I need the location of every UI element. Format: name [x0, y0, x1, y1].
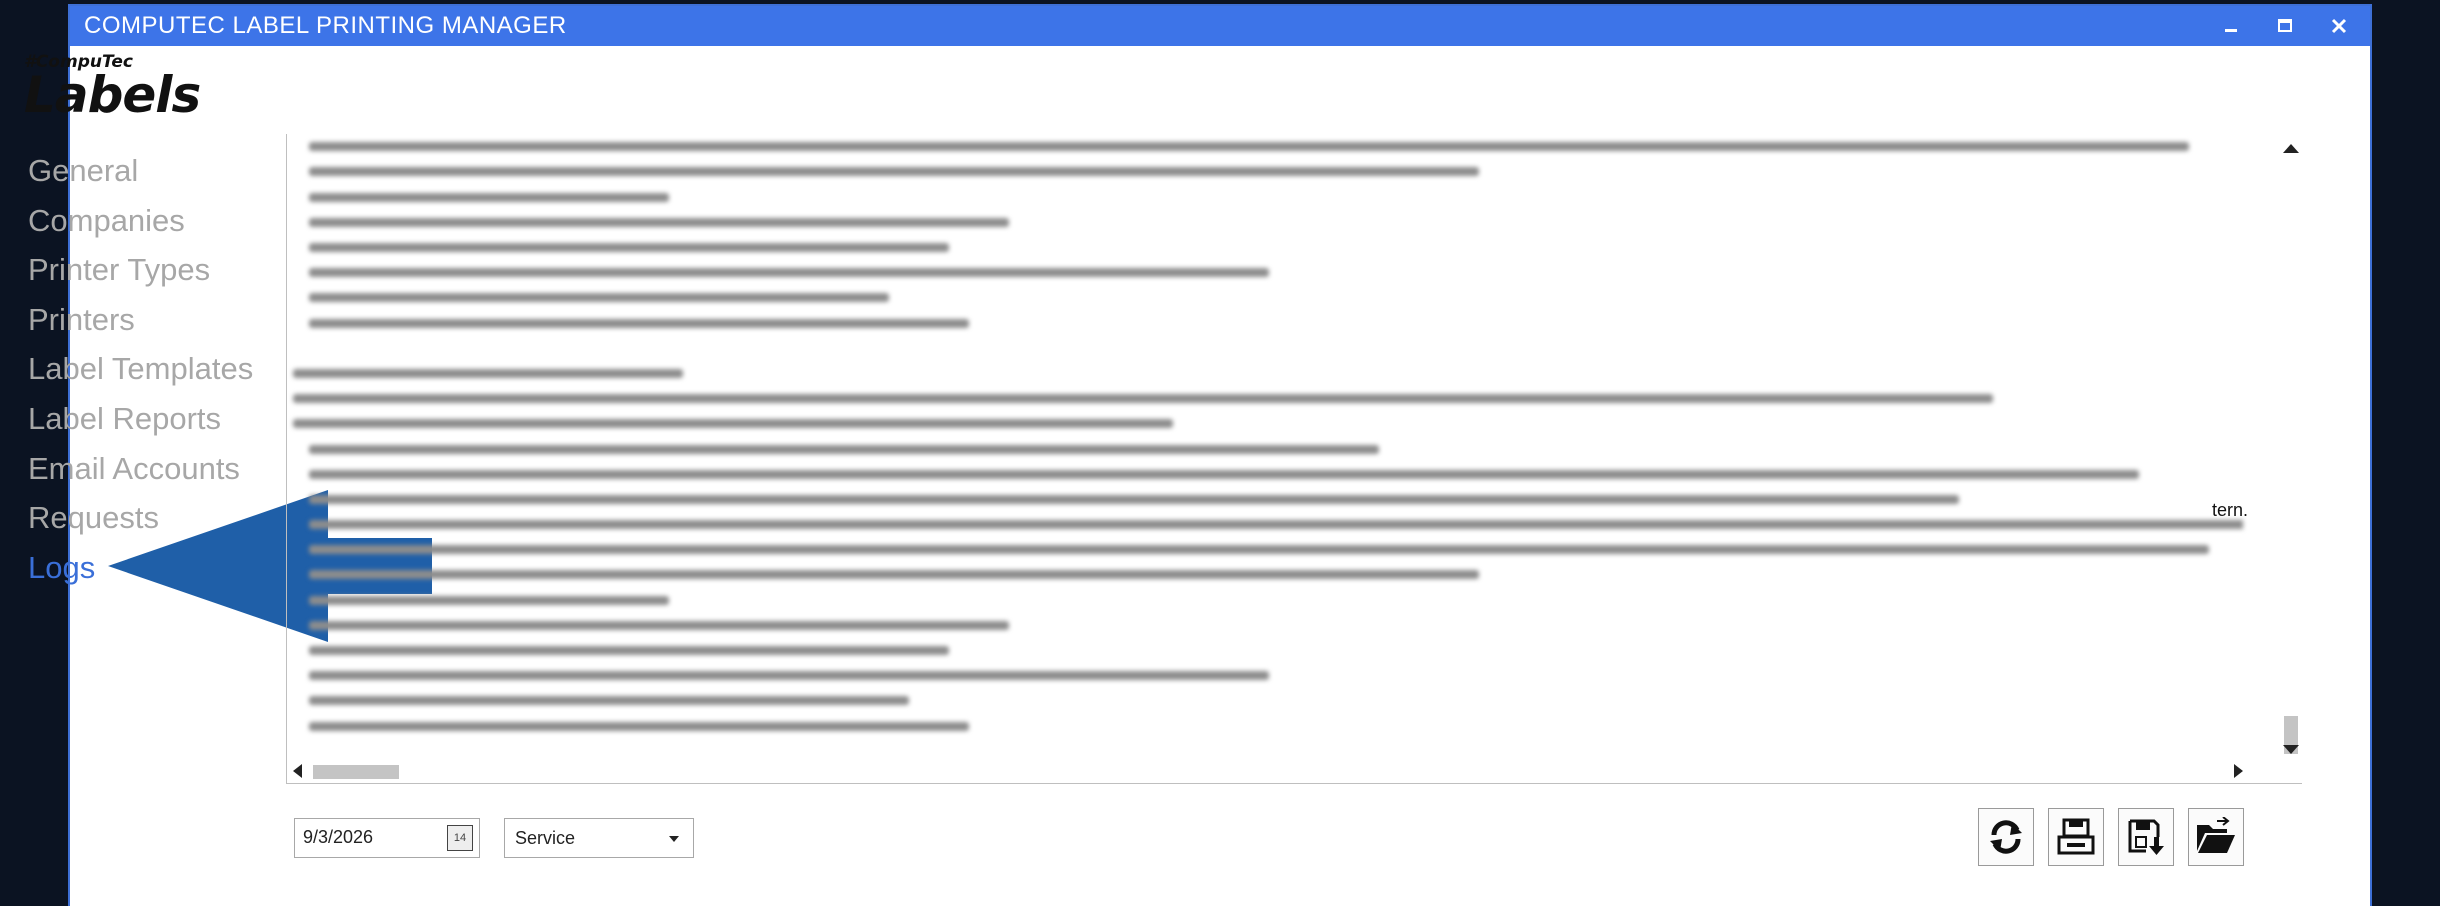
vertical-scrollbar[interactable] — [2280, 134, 2302, 762]
open-folder-button[interactable] — [2188, 808, 2244, 866]
save-button[interactable] — [2118, 808, 2174, 866]
minimize-icon — [2225, 29, 2237, 32]
nav-item-general[interactable]: General — [28, 148, 253, 198]
maximize-icon — [2278, 19, 2292, 32]
log-line — [293, 713, 2243, 738]
log-source-select[interactable]: Service — [504, 818, 694, 858]
log-line — [293, 210, 2243, 235]
nav-item-printers[interactable]: Printers — [28, 297, 253, 347]
log-line — [293, 159, 2243, 184]
nav-item-printer-types[interactable]: Printer Types — [28, 247, 253, 297]
log-line — [293, 512, 2243, 537]
close-button[interactable] — [2312, 6, 2366, 46]
save-icon — [2128, 819, 2164, 855]
title-bar: COMPUTEC LABEL PRINTING MANAGER — [70, 6, 2370, 46]
log-line — [293, 587, 2243, 612]
save-all-icon — [2057, 818, 2095, 855]
log-text-blurred — [293, 134, 2243, 739]
log-line — [293, 411, 2243, 436]
log-overflow-fragment: tern. — [2212, 500, 2249, 520]
chevron-down-icon — [669, 836, 679, 842]
log-line — [293, 184, 2243, 209]
close-icon — [2331, 18, 2347, 34]
scroll-up-arrow-icon[interactable] — [2283, 144, 2299, 153]
scroll-down-arrow-icon[interactable] — [2283, 745, 2299, 754]
horizontal-scrollbar[interactable] — [287, 761, 2247, 783]
log-line — [293, 260, 2243, 285]
scroll-left-arrow-icon[interactable] — [293, 764, 302, 778]
scroll-right-arrow-icon[interactable] — [2234, 764, 2243, 778]
log-line — [293, 461, 2243, 486]
log-line — [293, 285, 2243, 310]
log-date-picker[interactable]: 9/3/2026 14 — [294, 818, 480, 858]
log-viewer[interactable] — [286, 134, 2302, 784]
nav-item-companies[interactable]: Companies — [28, 198, 253, 248]
window-title: COMPUTEC LABEL PRINTING MANAGER — [84, 12, 567, 39]
refresh-button[interactable] — [1978, 808, 2034, 866]
nav-item-label-reports[interactable]: Label Reports — [28, 396, 253, 446]
nav-item-label-templates[interactable]: Label Templates — [28, 346, 253, 396]
log-line — [293, 487, 2243, 512]
refresh-icon — [1990, 820, 2022, 854]
open-folder-icon — [2197, 817, 2235, 853]
horizontal-scroll-thumb[interactable] — [313, 765, 399, 779]
log-line — [293, 663, 2243, 688]
log-line — [293, 436, 2243, 461]
log-line — [293, 361, 2243, 386]
nav-item-email-accounts[interactable]: Email Accounts — [28, 446, 253, 496]
log-line — [293, 310, 2243, 335]
save-all-button[interactable] — [2048, 808, 2104, 866]
logo-title: Labels — [24, 66, 201, 124]
date-value: 9/3/2026 — [303, 827, 374, 847]
log-source-value: Service — [515, 828, 576, 848]
log-line — [293, 537, 2243, 562]
computec-labels-logo: #CompuTec Labels — [24, 52, 201, 124]
log-line — [293, 638, 2243, 663]
log-line — [293, 134, 2243, 159]
log-line — [293, 235, 2243, 260]
log-line — [293, 613, 2243, 638]
maximize-button[interactable] — [2258, 6, 2312, 46]
log-line — [293, 562, 2243, 587]
calendar-icon[interactable]: 14 — [447, 825, 473, 851]
log-line — [293, 386, 2243, 411]
log-line — [293, 688, 2243, 713]
minimize-button[interactable] — [2204, 6, 2258, 46]
